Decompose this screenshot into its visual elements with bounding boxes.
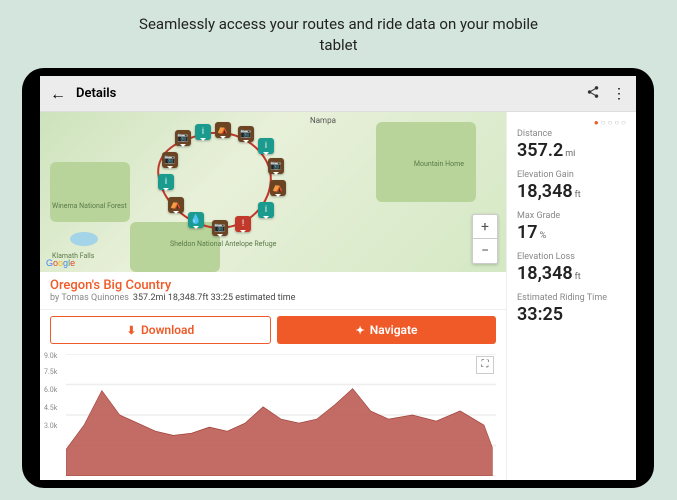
poi-camp-icon[interactable]: ⛺	[168, 197, 184, 213]
zoom-control: + −	[472, 214, 498, 264]
stat-value: 17	[517, 222, 538, 243]
stat-label: Distance	[517, 129, 626, 139]
navigate-button[interactable]: ✦ Navigate	[277, 316, 496, 344]
poi-camera-icon[interactable]: 📷	[238, 126, 254, 142]
stat-loss: Elevation Loss 18,348ft	[517, 252, 626, 283]
appbar: ← Details ⋮	[40, 76, 636, 112]
poi-camera-icon[interactable]: 📷	[175, 130, 191, 146]
stat-distance: Distance 357.2mi	[517, 129, 626, 160]
stat-unit: ft	[575, 272, 581, 282]
poi-camp-icon[interactable]: ⛺	[270, 180, 286, 196]
stat-label: Elevation Loss	[517, 252, 626, 262]
poi-info-icon[interactable]: i	[195, 124, 211, 140]
by-prefix: by	[50, 293, 61, 303]
left-pane: Nampa Winema National Forest Klamath Fal…	[40, 112, 506, 480]
poi-info-icon[interactable]: i	[258, 138, 274, 154]
route-name[interactable]: Oregon's Big Country	[50, 278, 496, 293]
stat-value: 33:25	[517, 304, 563, 325]
page-title: Details	[76, 86, 574, 101]
zoom-in-button[interactable]: +	[473, 215, 497, 239]
screen: ← Details ⋮ Nampa Winema National Forest…	[40, 76, 636, 480]
stat-label: Estimated Riding Time	[517, 293, 626, 303]
y-tick: 7.5k	[44, 368, 57, 376]
navigate-label: Navigate	[370, 323, 418, 337]
stat-label: Max Grade	[517, 211, 626, 221]
elevation-chart[interactable]: ⛶ 9.0k 7.5k 6.0k 4.5k 3.0k	[40, 350, 506, 480]
tablet-frame: ← Details ⋮ Nampa Winema National Forest…	[22, 68, 654, 488]
poi-water-icon[interactable]: 💧	[188, 212, 204, 228]
route-author[interactable]: Tomas Quinones	[61, 293, 129, 303]
route-summary: 357.2mi 18,348.7ft 33:25 estimated time	[133, 293, 296, 303]
download-button[interactable]: ⬇ Download	[50, 316, 271, 344]
poi-info-icon[interactable]: i	[258, 202, 274, 218]
stat-maxgrade: Max Grade 17%	[517, 211, 626, 242]
action-buttons: ⬇ Download ✦ Navigate	[40, 310, 506, 350]
map[interactable]: Nampa Winema National Forest Klamath Fal…	[40, 112, 506, 272]
stat-unit: mi	[565, 149, 575, 159]
route-info: Oregon's Big Country by Tomas Quinones 35…	[40, 272, 506, 310]
pager-dots[interactable]: ● ○ ○ ○ ○	[517, 118, 626, 129]
elevation-area	[66, 354, 496, 476]
stat-unit: ft	[575, 190, 581, 200]
poi-warning-icon[interactable]: !	[235, 216, 251, 232]
poi-camp-icon[interactable]: ⛺	[215, 122, 231, 138]
stat-label: Elevation Gain	[517, 170, 626, 180]
stats-pane: ● ○ ○ ○ ○ Distance 357.2mi Elevation Gai…	[506, 112, 636, 480]
google-logo: Google	[46, 258, 75, 268]
stat-value: 18,348	[517, 263, 573, 284]
y-tick: 6.0k	[44, 386, 57, 394]
y-tick: 4.5k	[44, 404, 57, 412]
more-button[interactable]: ⋮	[612, 86, 626, 102]
share-button[interactable]	[586, 85, 600, 103]
body: Nampa Winema National Forest Klamath Fal…	[40, 112, 636, 480]
stat-value: 357.2	[517, 140, 563, 161]
route-byline: by Tomas Quinones 357.2mi 18,348.7ft 33:2…	[50, 293, 496, 303]
stat-gain: Elevation Gain 18,348ft	[517, 170, 626, 201]
back-button[interactable]: ←	[50, 84, 66, 104]
y-tick: 9.0k	[44, 352, 57, 360]
download-icon: ⬇	[127, 324, 136, 337]
fullscreen-button[interactable]: ⛶	[476, 356, 494, 374]
y-tick: 3.0k	[44, 422, 57, 430]
stat-value: 18,348	[517, 181, 573, 202]
stat-unit: %	[540, 231, 547, 241]
poi-info-icon[interactable]: i	[158, 174, 174, 190]
poi-camera-icon[interactable]: 📷	[268, 158, 284, 174]
navigate-icon: ✦	[356, 324, 365, 337]
share-icon	[586, 85, 600, 99]
stat-time: Estimated Riding Time 33:25	[517, 293, 626, 324]
poi-camera-icon[interactable]: 📷	[162, 152, 178, 168]
tagline: Seamlessly access your routes and ride d…	[0, 0, 677, 66]
poi-camera-icon[interactable]: 📷	[212, 220, 228, 236]
download-label: Download	[141, 323, 194, 337]
zoom-out-button[interactable]: −	[473, 239, 497, 263]
